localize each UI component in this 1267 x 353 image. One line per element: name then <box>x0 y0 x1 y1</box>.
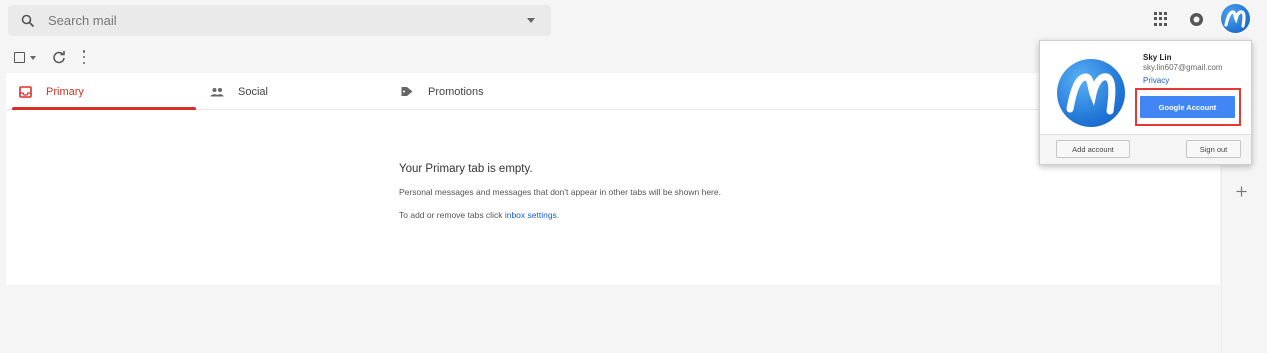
empty-state-description: Personal messages and messages that don'… <box>399 187 721 197</box>
tab-label: Primary <box>46 85 84 98</box>
tab-label: Promotions <box>428 85 484 98</box>
account-popup: Sky Lin sky.lin607@gmail.com Privacy Goo… <box>1039 40 1252 165</box>
top-bar: Search mail <box>0 0 1267 42</box>
empty-state: Your Primary tab is empty. Personal mess… <box>399 163 721 233</box>
checkbox-dropdown-icon[interactable] <box>30 56 36 60</box>
account-avatar-large <box>1057 59 1125 127</box>
inbox-settings-link[interactable]: inbox settings <box>505 210 557 220</box>
mail-toolbar <box>0 45 800 71</box>
account-name: Sky Lin <box>1143 53 1172 62</box>
search-input[interactable]: Search mail <box>48 13 527 28</box>
search-options-dropdown-icon[interactable] <box>527 18 535 23</box>
add-account-button[interactable]: Add account <box>1056 140 1130 158</box>
mail-content-panel: Primary Social Promotions Your Primary t… <box>6 73 1220 285</box>
search-icon[interactable] <box>20 13 36 29</box>
settings-hint-text: To add or remove tabs click <box>399 210 505 220</box>
tab-label: Social <box>238 85 268 98</box>
tab-promotions[interactable]: Promotions <box>400 73 600 110</box>
empty-state-settings-hint: To add or remove tabs click inbox settin… <box>399 210 721 220</box>
people-icon <box>210 85 224 99</box>
empty-state-title: Your Primary tab is empty. <box>399 163 533 175</box>
settings-hint-period: . <box>556 210 560 220</box>
more-vert-icon[interactable] <box>82 50 86 64</box>
search-bar[interactable]: Search mail <box>8 5 551 36</box>
refresh-icon[interactable] <box>52 50 66 64</box>
account-popup-footer: Add account Sign out <box>1040 134 1251 164</box>
select-checkbox-icon[interactable] <box>14 52 25 63</box>
tag-icon <box>400 85 414 99</box>
add-addon-icon[interactable] <box>1236 186 1247 197</box>
account-email: sky.lin607@gmail.com <box>1143 63 1223 72</box>
category-tabs: Primary Social Promotions <box>6 73 1220 110</box>
google-account-button[interactable]: Google Account <box>1140 96 1235 118</box>
account-avatar-icon[interactable] <box>1221 4 1250 33</box>
tab-social[interactable]: Social <box>210 73 390 110</box>
inbox-icon <box>18 85 32 99</box>
notifications-icon[interactable] <box>1189 12 1204 27</box>
apps-grid-icon[interactable] <box>1154 12 1168 26</box>
active-tab-indicator <box>12 107 196 110</box>
sign-out-button[interactable]: Sign out <box>1186 140 1241 158</box>
privacy-link[interactable]: Privacy <box>1143 76 1169 85</box>
tab-primary[interactable]: Primary <box>12 73 196 110</box>
